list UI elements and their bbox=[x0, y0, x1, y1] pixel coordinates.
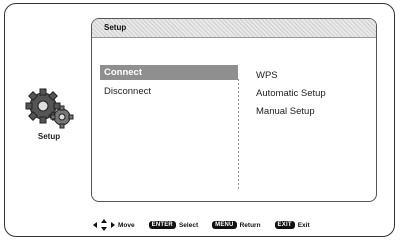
option-manual-setup[interactable]: Manual Setup bbox=[256, 103, 326, 121]
menu-list: Connect Disconnect bbox=[100, 65, 238, 103]
enter-key: ENTER bbox=[148, 221, 176, 229]
setup-panel: Setup Connect Disconnect WPS Automatic S… bbox=[91, 18, 377, 202]
return-label: Return bbox=[239, 221, 261, 229]
exit-label: Exit bbox=[297, 221, 310, 229]
side-label: Setup bbox=[37, 132, 61, 141]
hint-exit: EXIT Exit bbox=[274, 221, 310, 229]
hint-select: ENTER Select bbox=[148, 221, 199, 229]
select-label: Select bbox=[178, 221, 199, 229]
divider bbox=[238, 79, 239, 189]
option-wps[interactable]: WPS bbox=[256, 67, 326, 85]
exit-key: EXIT bbox=[274, 221, 295, 229]
footer-hints: Move ENTER Select MENU Return EXIT Exit bbox=[93, 218, 324, 232]
option-list: WPS Automatic Setup Manual Setup bbox=[256, 67, 326, 121]
arrow-keys-icon bbox=[93, 219, 115, 231]
menu-item-connect[interactable]: Connect bbox=[100, 65, 238, 80]
move-label: Move bbox=[118, 221, 135, 229]
menu-item-disconnect[interactable]: Disconnect bbox=[100, 84, 238, 99]
option-automatic-setup[interactable]: Automatic Setup bbox=[256, 85, 326, 103]
hint-return: MENU Return bbox=[212, 221, 261, 229]
panel-title: Setup bbox=[92, 19, 376, 38]
gear-icon bbox=[23, 84, 77, 132]
menu-key: MENU bbox=[212, 221, 237, 229]
hint-move: Move bbox=[93, 219, 135, 231]
tv-screen: Setup Setup Connect Disconnect WPS Autom… bbox=[4, 3, 395, 237]
